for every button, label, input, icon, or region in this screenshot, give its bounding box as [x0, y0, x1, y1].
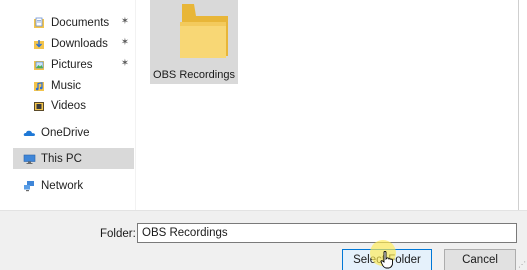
this-pc-icon [23, 153, 36, 165]
documents-folder-icon [33, 17, 45, 29]
window-right-edge [518, 0, 527, 210]
nav-item-documents[interactable]: Documents ✶ [33, 12, 134, 33]
nav-item-label: Downloads [51, 37, 108, 50]
nav-item-videos[interactable]: Videos [33, 95, 134, 116]
downloads-folder-icon [33, 38, 45, 50]
onedrive-cloud-icon [23, 127, 35, 139]
folder-name-input[interactable] [137, 223, 517, 243]
select-folder-dialog: Documents ✶ Downloads ✶ Pictures ✶ Music… [0, 0, 527, 270]
navigation-pane[interactable]: Documents ✶ Downloads ✶ Pictures ✶ Music… [13, 0, 135, 210]
dialog-footer: Folder: Select Folder Cancel ⋰ [0, 210, 527, 270]
nav-item-music[interactable]: Music [33, 75, 134, 96]
pictures-folder-icon [33, 59, 45, 71]
nav-item-label: OneDrive [41, 126, 90, 139]
nav-item-label: Music [51, 79, 82, 92]
pin-icon[interactable]: ✶ [120, 16, 130, 28]
nav-item-label: Network [41, 179, 84, 192]
nav-item-label: Videos [51, 99, 86, 112]
nav-item-pictures[interactable]: Pictures ✶ [33, 54, 134, 75]
cancel-button[interactable]: Cancel [444, 249, 516, 270]
music-folder-icon [33, 80, 45, 92]
folder-field-label: Folder: [100, 228, 136, 240]
resize-grip-icon[interactable]: ⋰ [518, 260, 526, 269]
folder-content-pane[interactable]: OBS Recordings [136, 0, 518, 210]
nav-item-network[interactable]: Network [23, 175, 134, 196]
nav-item-label: Pictures [51, 58, 93, 71]
nav-item-label: Documents [51, 16, 110, 29]
network-icon [23, 180, 35, 192]
nav-item-this-pc[interactable]: This PC [13, 148, 134, 169]
videos-folder-icon [33, 100, 45, 112]
nav-item-onedrive[interactable]: OneDrive [23, 122, 134, 143]
select-folder-button[interactable]: Select Folder [342, 249, 432, 270]
nav-item-label: This PC [41, 152, 82, 165]
folder-icon [180, 4, 228, 58]
folder-item-label: OBS Recordings [153, 69, 235, 81]
folder-item-obs-recordings[interactable]: OBS Recordings [150, 0, 238, 84]
nav-item-downloads[interactable]: Downloads ✶ [33, 33, 134, 54]
pin-icon[interactable]: ✶ [120, 58, 130, 70]
pin-icon[interactable]: ✶ [120, 37, 130, 49]
